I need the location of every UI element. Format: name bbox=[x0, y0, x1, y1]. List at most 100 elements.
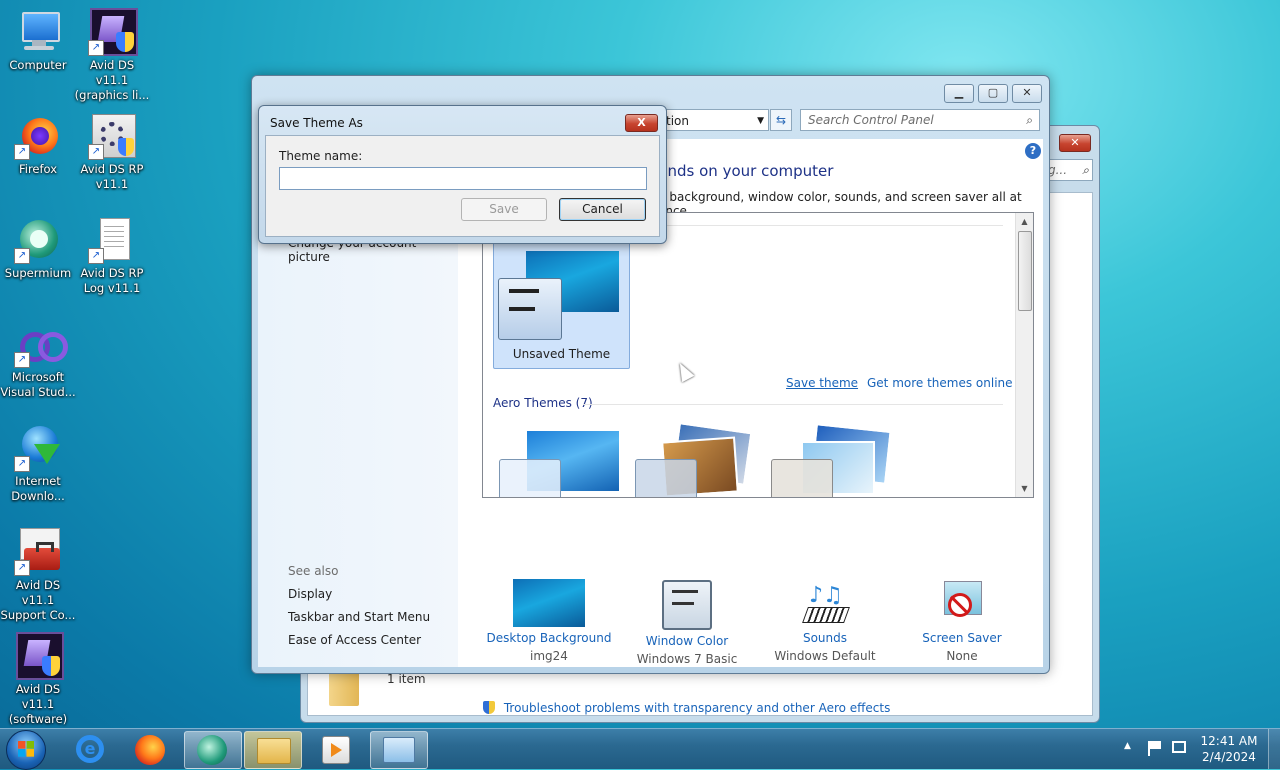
start-button[interactable] bbox=[6, 730, 46, 770]
shortcut-arrow-icon: ↗ bbox=[88, 248, 104, 264]
desktop-icon-label: Internet Downlo... bbox=[11, 474, 65, 503]
screen-saver-icon bbox=[938, 579, 986, 627]
desktop-background-caption: Desktop Background bbox=[486, 631, 612, 645]
desktop-icon-computer[interactable]: Computer bbox=[0, 8, 76, 73]
unsaved-theme-tile[interactable]: Unsaved Theme bbox=[493, 241, 630, 369]
window-color-option[interactable]: Window Color Windows 7 Basic bbox=[622, 579, 752, 666]
dialog-title: Save Theme As bbox=[270, 116, 363, 130]
taskbar-firefox[interactable] bbox=[122, 731, 178, 767]
desktop-background-option[interactable]: Desktop Background img24 bbox=[484, 579, 614, 663]
search-input[interactable]: Search Control Panel ⌕ bbox=[800, 109, 1040, 131]
desktop-icon-visual-studio[interactable]: ↗ Microsoft Visual Stud... bbox=[0, 320, 76, 400]
see-also-ease-of-access-link[interactable]: Ease of Access Center bbox=[288, 633, 421, 647]
desktop-icon-avid-support[interactable]: ↗ Avid DS v11.1 Support Co... bbox=[0, 528, 76, 623]
desktop-icon-label: Computer bbox=[9, 58, 67, 72]
back-window-search-input[interactable]: g... ⌕ bbox=[1047, 159, 1093, 181]
show-desktop-button[interactable] bbox=[1268, 729, 1280, 769]
sounds-option[interactable]: ♪♫ Sounds Windows Default bbox=[760, 579, 890, 663]
taskbar-supermium[interactable] bbox=[184, 731, 242, 769]
desktop-icon-label: Avid DS RP v11.1 bbox=[80, 162, 144, 191]
theme-name-input[interactable] bbox=[279, 167, 647, 190]
desktop-icon-avid-rp[interactable]: ↗ Avid DS RP v11.1 bbox=[74, 112, 150, 192]
desktop-icon-label: Avid DS RP Log v11.1 bbox=[80, 266, 144, 295]
desktop-icon-avid-software[interactable]: Avid DS v11.1 (software) bbox=[0, 632, 76, 727]
shield-icon bbox=[483, 701, 495, 714]
scroll-up-arrow-icon[interactable]: ▲ bbox=[1016, 213, 1033, 230]
vertical-scrollbar[interactable]: ▲ ▼ bbox=[1015, 213, 1033, 497]
sounds-value: Windows Default bbox=[774, 649, 876, 663]
taskbar-internet-explorer[interactable]: e bbox=[62, 731, 118, 767]
supermium-icon: ↗ bbox=[14, 216, 62, 264]
firefox-icon: ↗ bbox=[14, 112, 62, 160]
save-button[interactable]: Save bbox=[461, 198, 547, 221]
taskbar-media-player[interactable] bbox=[308, 731, 364, 767]
aero-themes-header: Aero Themes (7) bbox=[493, 396, 593, 410]
desktop-background-icon bbox=[513, 579, 585, 627]
dialog-close-button[interactable]: X bbox=[625, 114, 658, 132]
desktop-icon-label: Avid DS v11.1 (graphics li... bbox=[74, 58, 150, 102]
theme-list[interactable]: Unsaved Theme Save theme Get more themes… bbox=[482, 212, 1034, 498]
desktop-icon-supermium[interactable]: ↗ Supermium bbox=[0, 216, 76, 281]
shortcut-arrow-icon: ↗ bbox=[14, 456, 30, 472]
help-icon[interactable]: ? bbox=[1025, 143, 1041, 159]
close-button[interactable]: ✕ bbox=[1012, 84, 1042, 103]
taskbar: e ▲ 12:41 AM 2/4/2024 bbox=[0, 728, 1280, 770]
screen-saver-caption: Screen Saver bbox=[922, 631, 1002, 645]
shortcut-arrow-icon: ↗ bbox=[14, 352, 30, 368]
network-icon[interactable] bbox=[1172, 741, 1186, 753]
avid-rp-icon: ↗ bbox=[88, 112, 136, 160]
folder-icon bbox=[257, 738, 291, 764]
shortcut-arrow-icon: ↗ bbox=[14, 248, 30, 264]
shortcut-arrow-icon: ↗ bbox=[88, 40, 104, 56]
save-theme-link[interactable]: Save theme bbox=[786, 376, 858, 390]
aero-theme-windows7[interactable] bbox=[497, 431, 622, 497]
save-theme-dialog[interactable]: Save Theme As X Theme name: Save Cancel bbox=[258, 105, 667, 244]
desktop-icon-label: Avid DS v11.1 Support Co... bbox=[0, 578, 76, 622]
maximize-button[interactable]: ▢ bbox=[978, 84, 1008, 103]
desktop-icon-label: Firefox bbox=[18, 162, 58, 176]
search-placeholder: Search Control Panel bbox=[808, 113, 934, 127]
see-also-display-link[interactable]: Display bbox=[288, 587, 332, 601]
desktop-icon-idm[interactable]: ↗ Internet Downlo... bbox=[0, 424, 76, 504]
chevron-down-icon[interactable]: ▼ bbox=[757, 110, 764, 132]
internet-explorer-icon: e bbox=[76, 735, 104, 763]
get-more-themes-link[interactable]: Get more themes online bbox=[867, 376, 1013, 390]
search-icon: ⌕ bbox=[1082, 163, 1089, 177]
taskbar-explorer[interactable] bbox=[244, 731, 302, 769]
desktop-icon-avid-rp-log[interactable]: ↗ Avid DS RP Log v11.1 bbox=[74, 216, 150, 296]
desktop-background-value: img24 bbox=[530, 649, 568, 663]
search-icon: ⌕ bbox=[1026, 113, 1033, 127]
cancel-button[interactable]: Cancel bbox=[559, 198, 646, 221]
shortcut-arrow-icon: ↗ bbox=[14, 144, 30, 160]
clock[interactable]: 12:41 AM 2/4/2024 bbox=[1196, 733, 1262, 765]
scrollbar-thumb[interactable] bbox=[1018, 231, 1032, 311]
clock-time: 12:41 AM bbox=[1200, 734, 1258, 748]
dialog-body: Theme name: Save Cancel bbox=[265, 135, 660, 237]
desktop-icon-avid-graphics[interactable]: ↗ Avid DS v11.1 (graphics li... bbox=[74, 8, 150, 103]
see-also-taskbar-link[interactable]: Taskbar and Start Menu bbox=[288, 610, 430, 624]
action-center-flag-icon[interactable] bbox=[1148, 741, 1161, 756]
desktop-icon-label: Supermium bbox=[4, 266, 72, 280]
page-heading: unds on your computer bbox=[658, 162, 834, 180]
aero-theme-characters[interactable] bbox=[769, 423, 894, 497]
taskbar-control-panel[interactable] bbox=[370, 731, 428, 769]
sounds-caption: Sounds bbox=[802, 631, 848, 645]
desktop-icon-firefox[interactable]: ↗ Firefox bbox=[0, 112, 76, 177]
shortcut-arrow-icon: ↗ bbox=[88, 144, 104, 160]
desktop-icon-label: Avid DS v11.1 (software) bbox=[8, 682, 68, 726]
tray-expand-icon[interactable]: ▲ bbox=[1124, 741, 1131, 751]
supermium-icon bbox=[197, 735, 227, 765]
refresh-button[interactable]: ⇆ bbox=[770, 109, 792, 131]
troubleshoot-link[interactable]: Troubleshoot problems with transparency … bbox=[483, 701, 890, 715]
back-window-status: 1 item bbox=[387, 672, 426, 686]
aero-theme-architecture[interactable] bbox=[633, 422, 758, 497]
control-panel-icon bbox=[383, 737, 415, 763]
screen-saver-value: None bbox=[946, 649, 978, 663]
minimize-button[interactable]: ▁ bbox=[944, 84, 974, 103]
back-window-close-button[interactable]: ✕ bbox=[1059, 134, 1091, 152]
screen-saver-option[interactable]: Screen Saver None bbox=[897, 579, 1027, 663]
visual-studio-icon: ↗ bbox=[14, 320, 68, 368]
back-search-fragment: g... bbox=[1048, 163, 1068, 177]
address-bar[interactable]: tion ▼ bbox=[659, 109, 769, 131]
scroll-down-arrow-icon[interactable]: ▼ bbox=[1016, 480, 1033, 497]
